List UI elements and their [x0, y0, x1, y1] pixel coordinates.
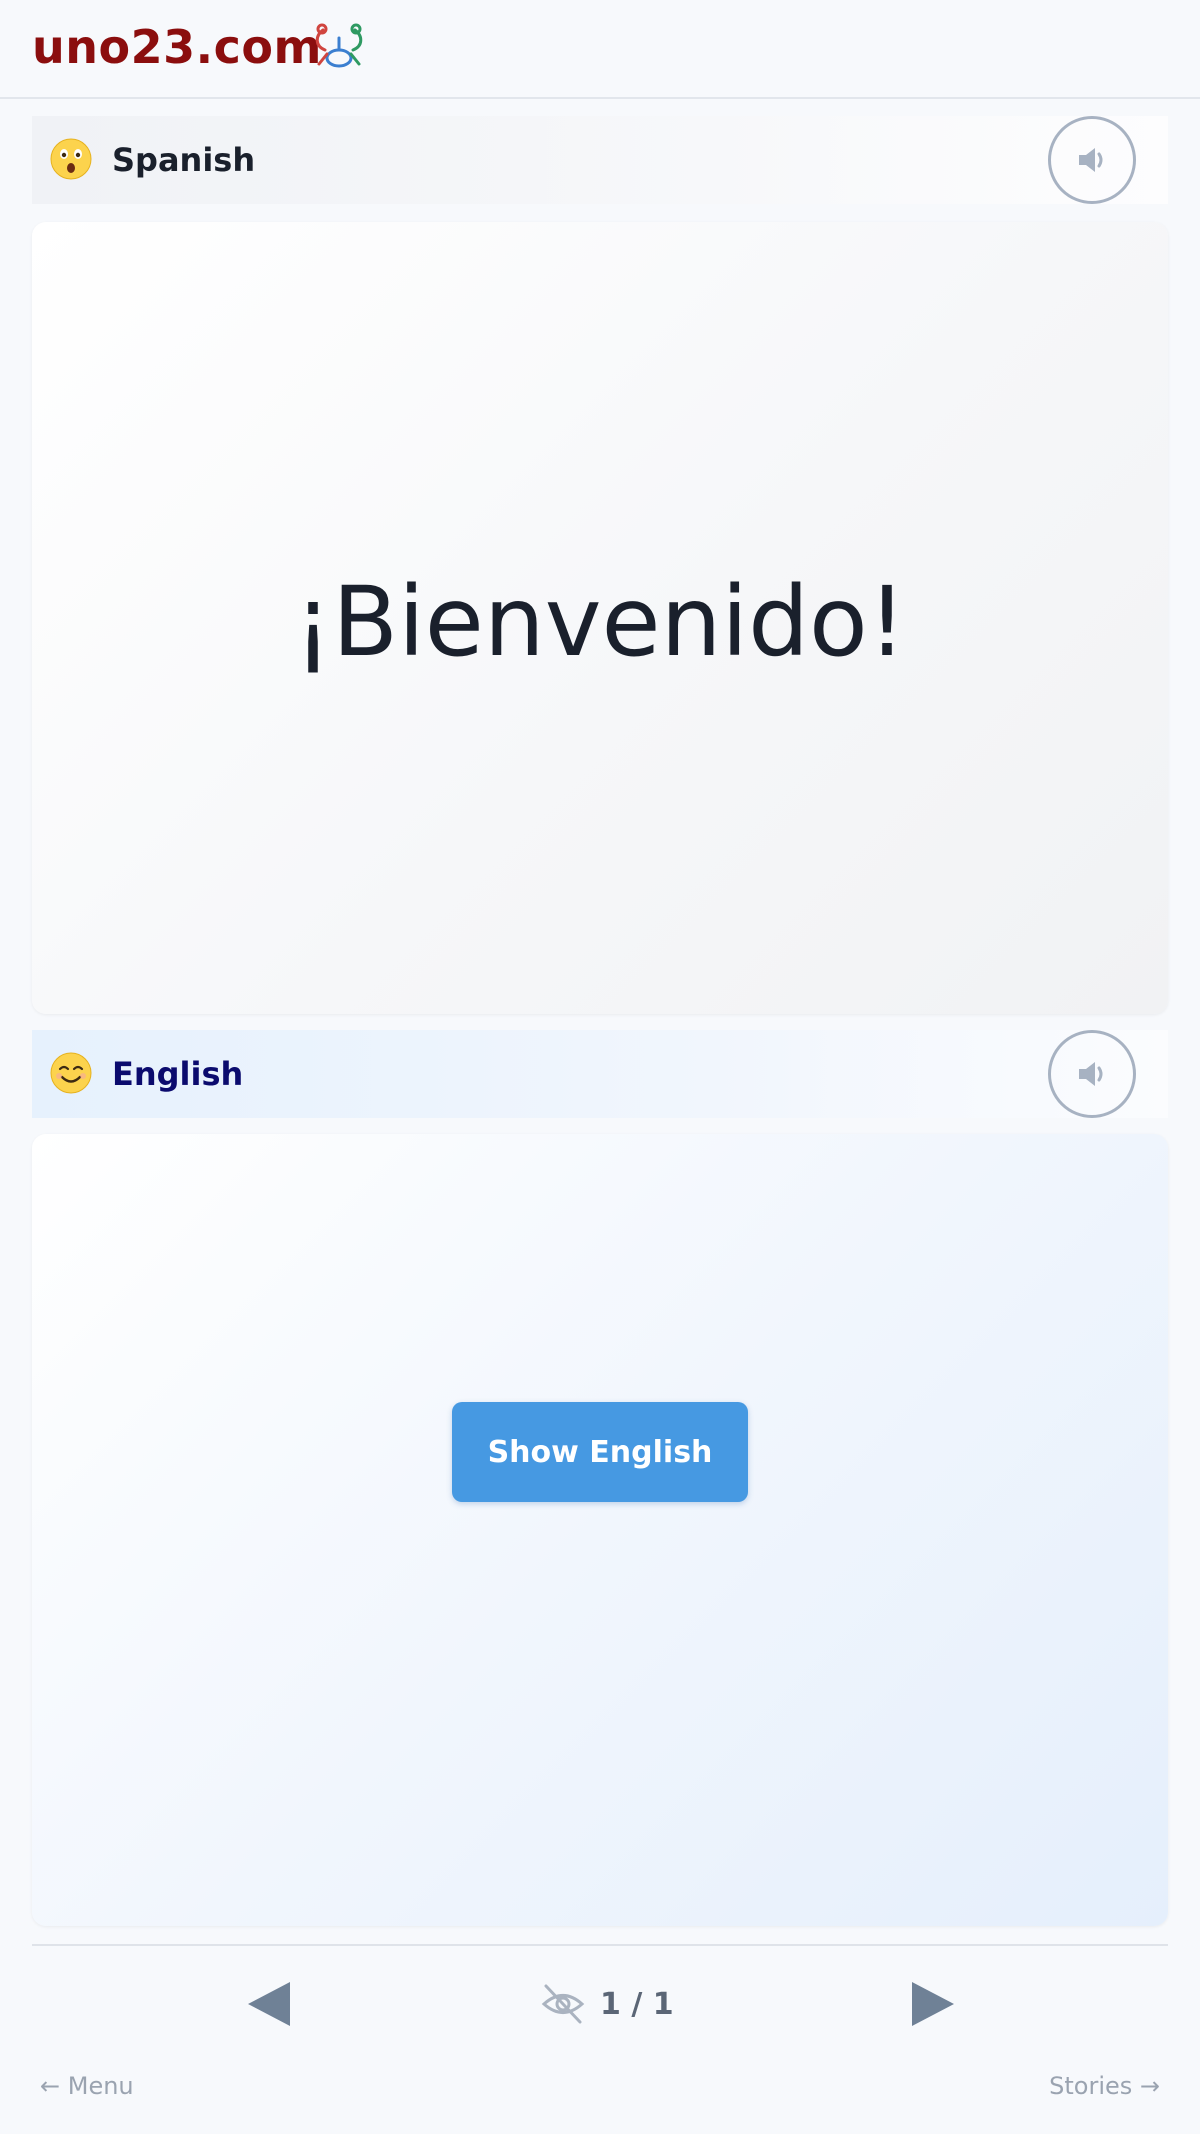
- eye-slash-icon[interactable]: [540, 1981, 586, 2027]
- target-phrase-card: Show English: [32, 1134, 1168, 1926]
- target-language-bar: English: [32, 1030, 1168, 1118]
- stories-link[interactable]: Stories →: [1049, 2072, 1160, 2100]
- pager-divider: [32, 1944, 1168, 1946]
- speaker-icon: [1079, 1062, 1103, 1086]
- source-language-bar: Spanish: [32, 116, 1168, 204]
- site-logo-text[interactable]: uno23.com: [32, 20, 322, 74]
- show-english-button[interactable]: Show English: [452, 1402, 748, 1502]
- target-speaker-button[interactable]: [1048, 1030, 1136, 1118]
- speaker-icon: [1079, 148, 1103, 172]
- page-counter: 1 / 1: [600, 1986, 674, 2022]
- pager-status: 1 / 1: [540, 1981, 674, 2027]
- smiling-face-emoji-icon: [50, 1052, 92, 1094]
- juggling-figure-icon[interactable]: [309, 20, 369, 74]
- source-phrase: ¡Bienvenido!: [293, 566, 907, 678]
- source-language-label: Spanish: [112, 141, 256, 179]
- target-language-label: English: [112, 1055, 244, 1093]
- site-header: uno23.com: [0, 0, 1200, 99]
- menu-link[interactable]: ← Menu: [40, 2072, 134, 2100]
- next-button-triangle-right-icon[interactable]: [908, 1978, 958, 2030]
- source-phrase-card: ¡Bienvenido!: [32, 222, 1168, 1014]
- source-speaker-button[interactable]: [1048, 116, 1136, 204]
- previous-button-triangle-left-icon[interactable]: [244, 1978, 294, 2030]
- astonished-face-emoji-icon: [50, 138, 92, 180]
